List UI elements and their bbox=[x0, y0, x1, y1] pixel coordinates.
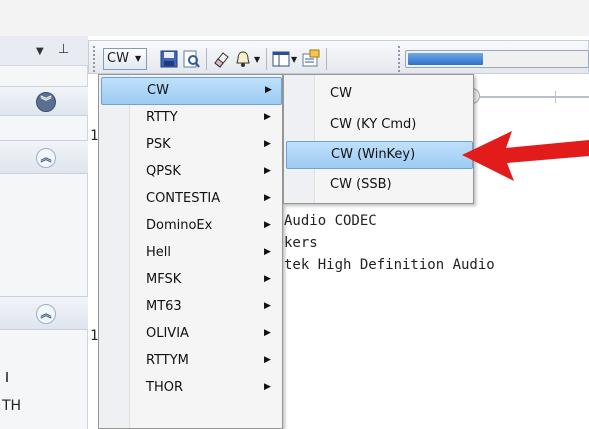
menu-item-olivia[interactable]: OLIVIA ▶ bbox=[101, 321, 280, 347]
submenu-arrow-icon: ▶ bbox=[264, 220, 271, 230]
progress-bar bbox=[405, 50, 589, 68]
menu-item-label: RTTYM bbox=[146, 353, 189, 368]
arrow-shape bbox=[462, 131, 589, 181]
submenu-arrow-icon: ▶ bbox=[264, 328, 271, 338]
left-pane-header: ▼ ⊥ bbox=[0, 36, 88, 66]
toolbar-separator bbox=[326, 48, 327, 70]
menu-item-label: DominoEx bbox=[146, 218, 213, 233]
toolbar-separator bbox=[206, 48, 207, 70]
submenu-item-cw-winkey[interactable]: CW (WinKey) bbox=[286, 141, 473, 169]
menu-item-dominoex[interactable]: DominoEx ▶ bbox=[101, 213, 280, 239]
bell-icon[interactable] bbox=[234, 50, 252, 68]
menu-item-contestia[interactable]: CONTESTIA ▶ bbox=[101, 186, 280, 212]
menu-item-label: CONTESTIA bbox=[146, 191, 221, 206]
audio-device-line: Audio CODEC bbox=[284, 213, 377, 229]
modes-menu: CW ▶ RTTY ▶ PSK ▶ QPSK ▶ CONTESTIA ▶ DominoEx… bbox=[98, 74, 283, 429]
toolbar-grip[interactable] bbox=[93, 46, 97, 72]
menu-item-label: OLIVIA bbox=[146, 326, 189, 341]
print-preview-icon[interactable] bbox=[182, 50, 200, 68]
pane-section-header-2[interactable]: ︽ bbox=[0, 140, 88, 174]
layout-window-icon[interactable] bbox=[272, 50, 290, 68]
progress-fill bbox=[408, 53, 483, 65]
menu-item-mfsk[interactable]: MFSK ▶ bbox=[101, 267, 280, 293]
menu-item-label: MT63 bbox=[146, 299, 182, 314]
menu-item-hell[interactable]: Hell ▶ bbox=[101, 240, 280, 266]
audio-device-line: tek High Definition Audio bbox=[284, 257, 495, 273]
menu-item-cw[interactable]: CW ▶ bbox=[101, 77, 282, 105]
submenu-arrow-icon: ▶ bbox=[264, 301, 271, 311]
submenu-arrow-icon: ▶ bbox=[264, 112, 271, 122]
expand-up-icon[interactable]: ︽ bbox=[36, 304, 56, 324]
submenu-item-label: CW (WinKey) bbox=[331, 147, 416, 162]
collapse-icon[interactable]: ︾ bbox=[36, 92, 56, 112]
menu-item-label: PSK bbox=[146, 137, 171, 152]
menu-item-label: MFSK bbox=[146, 272, 182, 287]
submenu-item-cw[interactable]: CW bbox=[286, 81, 471, 107]
submenu-item-label: CW (SSB) bbox=[330, 177, 392, 192]
slider-tick bbox=[555, 91, 556, 103]
submenu-arrow-icon: ▶ bbox=[264, 355, 271, 365]
menu-item-label: Hell bbox=[146, 245, 171, 260]
menu-item-rttym[interactable]: RTTYM ▶ bbox=[101, 348, 280, 374]
submenu-arrow-icon: ▶ bbox=[264, 139, 271, 149]
audio-device-line: kers bbox=[284, 235, 318, 251]
submenu-item-label: CW (KY Cmd) bbox=[330, 117, 417, 132]
cw-submenu: CW CW (KY Cmd) CW (WinKey) CW (SSB) bbox=[283, 74, 474, 204]
pin-icon[interactable]: ⊥ bbox=[58, 42, 69, 57]
submenu-arrow-icon: ▶ bbox=[264, 274, 271, 284]
submenu-arrow-icon: ▶ bbox=[265, 85, 272, 95]
left-pane-partial-text: TH bbox=[2, 398, 22, 414]
chevron-down-icon[interactable]: ▼ bbox=[291, 55, 297, 64]
window-top-strip bbox=[0, 0, 589, 36]
mode-button-label: CW bbox=[107, 51, 129, 66]
submenu-item-cw-ssb[interactable]: CW (SSB) bbox=[286, 172, 471, 198]
submenu-item-cw-ky-cmd[interactable]: CW (KY Cmd) bbox=[286, 112, 471, 138]
menu-item-label: CW bbox=[147, 83, 169, 98]
menu-item-qpsk[interactable]: QPSK ▶ bbox=[101, 159, 280, 185]
toolbar-grip[interactable] bbox=[398, 46, 402, 72]
eraser-icon[interactable] bbox=[212, 50, 230, 68]
menu-item-psk[interactable]: PSK ▶ bbox=[101, 132, 280, 158]
mode-dropdown-button[interactable]: CW ▼ bbox=[103, 48, 147, 70]
menu-item-rtty[interactable]: RTTY ▶ bbox=[101, 105, 280, 131]
menu-item-mt63[interactable]: MT63 ▶ bbox=[101, 294, 280, 320]
pane-section-header-1[interactable]: ︾ bbox=[0, 86, 88, 116]
slider-track[interactable] bbox=[480, 96, 589, 98]
chevron-down-icon[interactable]: ▼ bbox=[254, 55, 260, 64]
submenu-arrow-icon: ▶ bbox=[264, 193, 271, 203]
pane-section-header-3[interactable]: ︽ bbox=[0, 296, 88, 330]
menu-item-label: THOR bbox=[146, 380, 183, 395]
left-pane-tick bbox=[6, 372, 8, 382]
submenu-arrow-icon: ▶ bbox=[264, 247, 271, 257]
dropdown-triangle-icon[interactable]: ▼ bbox=[36, 46, 44, 57]
submenu-arrow-icon: ▶ bbox=[264, 166, 271, 176]
toolbar-separator bbox=[266, 48, 267, 70]
save-icon[interactable] bbox=[160, 50, 178, 68]
expand-up-icon[interactable]: ︽ bbox=[36, 148, 56, 168]
red-arrow-annotation bbox=[462, 131, 589, 181]
chevron-down-icon: ▼ bbox=[135, 54, 142, 63]
menu-item-label: QPSK bbox=[146, 164, 181, 179]
menu-item-thor[interactable]: THOR ▶ bbox=[101, 375, 280, 401]
menu-item-label: RTTY bbox=[146, 110, 178, 125]
properties-icon[interactable] bbox=[302, 49, 320, 67]
submenu-arrow-icon: ▶ bbox=[264, 382, 271, 392]
submenu-item-label: CW bbox=[330, 86, 352, 101]
